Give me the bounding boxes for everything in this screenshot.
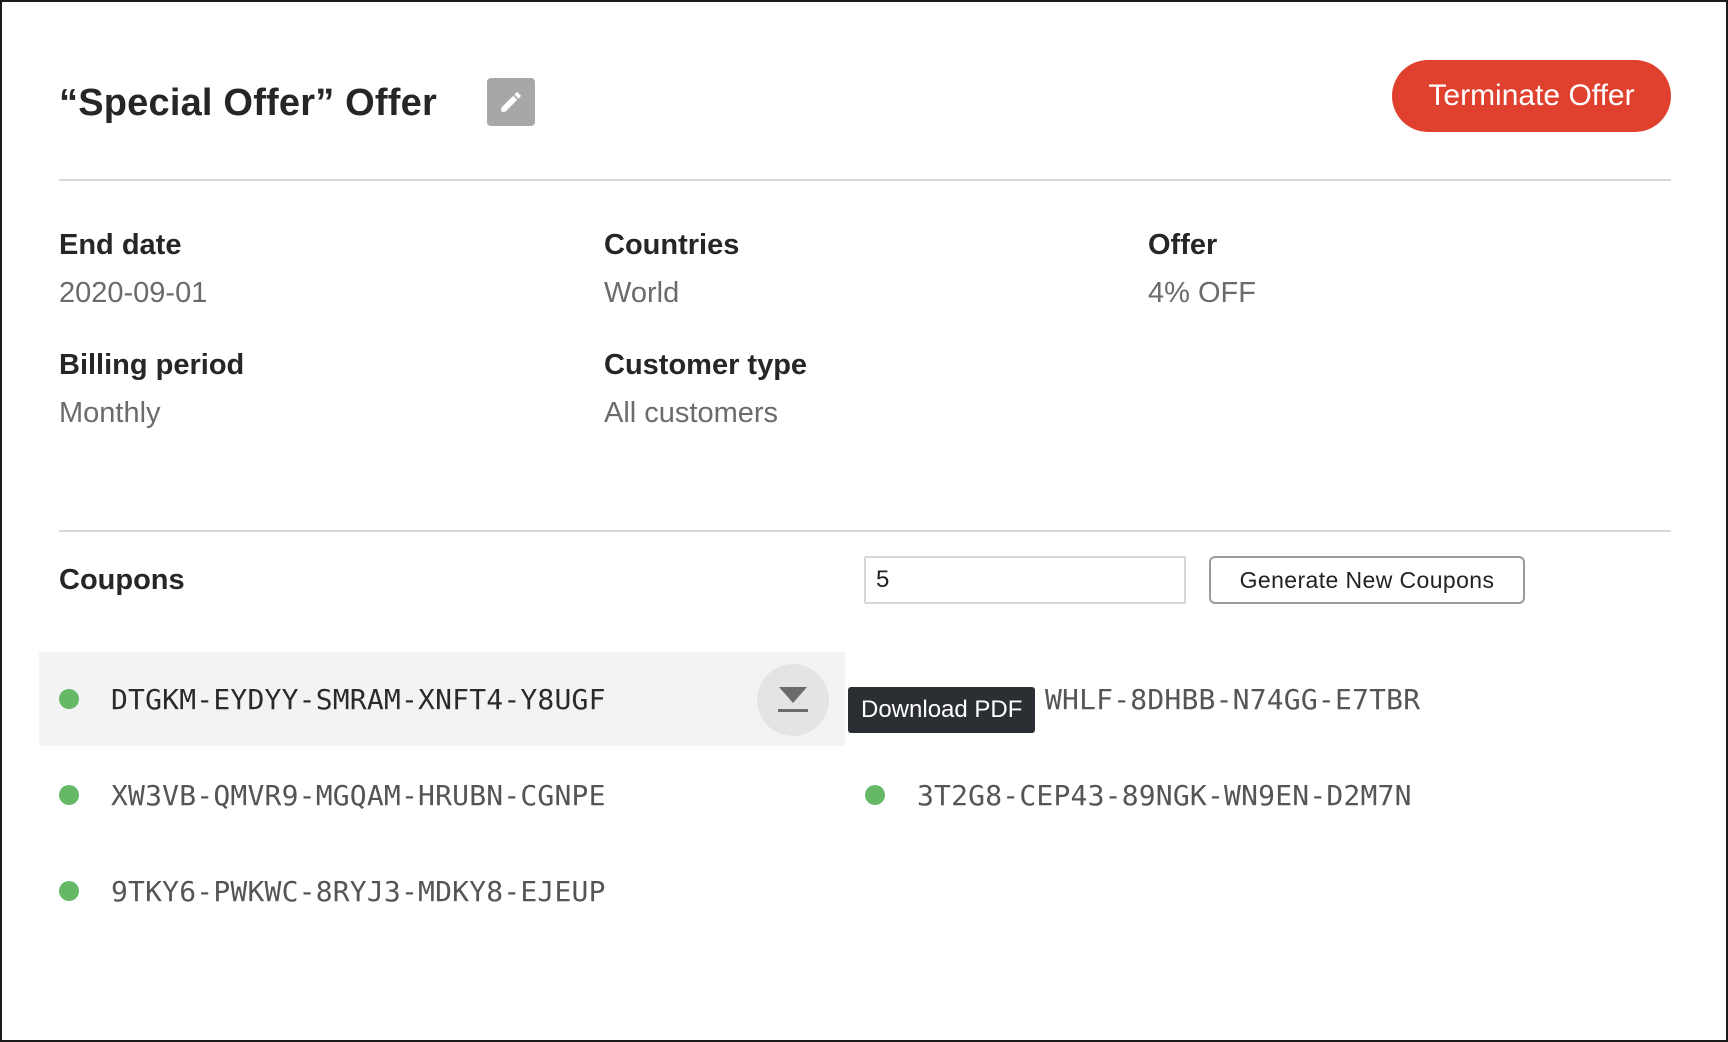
coupon-item[interactable]: 3T2G8-CEP43-89NGK-WN9EN-D2M7N [865,748,1565,842]
download-pdf-button[interactable] [757,664,829,736]
coupon-code: XW3VB-QMVR9-MGQAM-HRUBN-CGNPE [111,778,606,812]
coupon-code: 3T2G8-CEP43-89NGK-WN9EN-D2M7N [917,778,1412,812]
coupon-code: DTGKM-EYDYY-SMRAM-XNFT4-Y8UGF [111,682,606,716]
download-pdf-tooltip: Download PDF [848,687,1036,733]
status-dot [865,785,885,805]
edit-title-button[interactable] [487,78,535,126]
generate-coupons-button[interactable]: Generate New Coupons [1209,556,1525,604]
detail-value: 4% OFF [1148,277,1256,309]
detail-end-date: End date 2020-09-01 [59,228,207,310]
detail-value: 2020-09-01 [59,277,208,309]
status-dot [59,689,79,709]
terminate-offer-button[interactable]: Terminate Offer [1392,60,1671,132]
pencil-icon [501,92,521,112]
coupon-code: 9TKY6-PWKWC-8RYJ3-MDKY8-EJEUP [111,874,606,908]
detail-label: Countries [604,229,740,261]
offer-panel: “Special Offer” Offer Terminate Offer En… [0,0,1728,1042]
detail-countries: Countries World [604,228,739,310]
detail-label: Billing period [59,349,245,381]
detail-offer: Offer 4% OFF [1148,228,1256,310]
coupon-item[interactable]: 9TKY6-PWKWC-8RYJ3-MDKY8-EJEUP [59,844,839,938]
detail-value: World [604,277,680,309]
status-dot [59,785,79,805]
section-divider [59,530,1671,532]
detail-customer-type: Customer type All customers [604,348,807,430]
coupon-code: WHLF-8DHBB-N74GG-E7TBR [1045,682,1421,716]
detail-value: Monthly [59,397,161,429]
coupon-count-input[interactable] [864,556,1186,604]
coupon-item[interactable]: DTGKM-EYDYY-SMRAM-XNFT4-Y8UGF [39,652,845,746]
detail-label: Customer type [604,349,808,381]
header-divider [59,179,1671,181]
coupons-title: Coupons [59,564,185,596]
detail-label: End date [59,229,182,261]
coupon-item[interactable]: XW3VB-QMVR9-MGQAM-HRUBN-CGNPE [59,748,839,842]
offer-header: “Special Offer” Offer Terminate Offer [59,58,1671,180]
detail-billing-period: Billing period Monthly [59,348,244,430]
detail-value: All customers [604,397,779,429]
page-title: “Special Offer” Offer [59,82,437,124]
detail-label: Offer [1148,229,1218,261]
status-dot [59,881,79,901]
download-icon [778,687,808,712]
